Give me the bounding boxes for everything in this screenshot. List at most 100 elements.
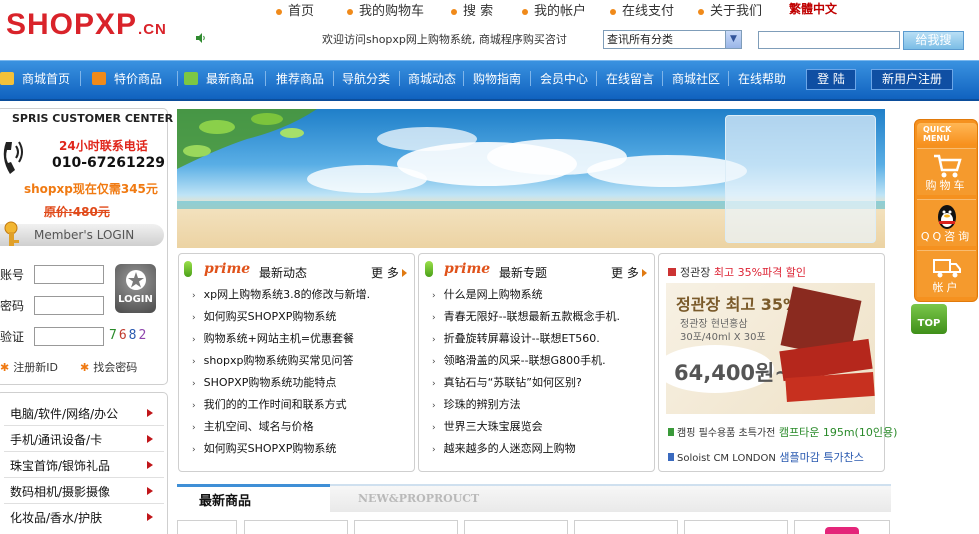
top-link-search[interactable]: 搜 索 [451, 0, 493, 19]
category-item-camera[interactable]: 数码相机/摄影摄像 [10, 483, 110, 500]
back-to-top-button[interactable]: TOP [911, 304, 947, 334]
product-card[interactable] [684, 520, 788, 534]
topics-title: 最新专题 [499, 266, 548, 280]
top-link-about[interactable]: 关于我们 [698, 0, 762, 19]
ad-soloist-link[interactable]: Soloist CM LONDON 샘플마감 특가찬스 [668, 449, 864, 465]
quick-menu-header: QUICK MENU [917, 123, 977, 145]
category-item-computer[interactable]: 电脑/软件/网络/办公 [10, 405, 118, 422]
news-item[interactable]: › 我们的的工作时间和联系方式 [192, 396, 347, 412]
product-card[interactable] [574, 520, 678, 534]
product-card[interactable] [177, 520, 237, 534]
account-input[interactable] [34, 265, 104, 284]
topic-item[interactable]: › 领略滑盖的风采--联想G800手机. [432, 352, 606, 368]
promo-price: shopxp现在仅需345元 [24, 182, 158, 196]
captcha-input[interactable] [34, 327, 104, 346]
main-nav: 商城首页 特价商品 最新商品 推荐商品 导航分类 商城动态 购物指南 会员中心 … [0, 60, 979, 101]
topics-more-link[interactable]: 更 多 [611, 264, 647, 281]
forgot-password-link[interactable]: ✱ 找会密码 [80, 359, 137, 375]
topic-item[interactable]: › 世界三大珠宝展览会 [432, 418, 543, 434]
news-item[interactable]: › 如何购买SHOPXP购物系统 [192, 308, 336, 324]
latest-news-title: 最新动态 [259, 266, 308, 280]
search-input[interactable] [758, 31, 900, 49]
leaf-icon [425, 261, 433, 277]
nav-item-recommended[interactable]: 推荐商品 [276, 70, 324, 87]
news-item[interactable]: › 购物系统+网站主机=优惠套餐 [192, 330, 354, 346]
nav-item-guide[interactable]: 购物指南 [473, 70, 521, 87]
ad-image[interactable]: 정관장 최고 35%할인 정관장 현년홍삼 30포/40ml X 30포 64,… [666, 283, 875, 414]
news-item[interactable]: › 主机空间、域名与价格 [192, 418, 314, 434]
news-item[interactable]: › shopxp购物系统购买常见问答 [192, 352, 354, 368]
ad-image-subline: 30포/40ml X 30포 [680, 332, 766, 343]
site-logo[interactable]: SHOPXP.CN [6, 8, 167, 42]
topic-item[interactable]: › 什么是网上购物系统 [432, 286, 543, 302]
top-link-home[interactable]: 首页 [276, 0, 314, 19]
register-id-link[interactable]: ✱ 注册新ID [0, 359, 58, 375]
nav-item-home[interactable]: 商城首页 [0, 70, 70, 87]
quick-menu-account[interactable]: 帐户 [917, 250, 976, 297]
home-icon [0, 72, 14, 85]
qq-penguin-icon [937, 205, 956, 229]
nav-item-categories[interactable]: 导航分类 [342, 70, 390, 87]
latest-news-more-link[interactable]: 更 多 [371, 264, 407, 281]
register-button[interactable]: 新用户注册 [871, 69, 953, 90]
key-icon [4, 221, 19, 246]
captcha-digit: 2 [138, 328, 149, 343]
traditional-chinese-link[interactable]: 繁體中文 [789, 0, 837, 17]
nav-item-help[interactable]: 在线帮助 [738, 70, 786, 87]
star-icon [125, 270, 146, 290]
nav-item-new[interactable]: 最新商品 [184, 70, 254, 87]
quick-menu-cart[interactable]: 购物车 [917, 148, 976, 195]
top-link-account[interactable]: 我的帐户 [522, 0, 586, 19]
hotline-label: 24小时联系电话 [59, 139, 148, 153]
search-button[interactable]: 给我搜 [903, 31, 964, 50]
nav-item-guestbook[interactable]: 在线留言 [606, 70, 654, 87]
news-item[interactable]: › 如何购买SHOPXP购物系统 [192, 440, 336, 456]
category-item-phone[interactable]: 手机/通讯设备/卡 [10, 431, 102, 448]
nav-item-member-center[interactable]: 会员中心 [540, 70, 588, 87]
new-icon [184, 72, 198, 85]
news-item[interactable]: › xp网上购物系统3.8的修改与新增. [192, 286, 370, 302]
new-products-subtitle: NEW&PROPROUCT [358, 492, 480, 505]
password-label: 密码 [0, 299, 25, 313]
top-link-payment[interactable]: 在线支付 [610, 0, 674, 19]
nav-item-specials[interactable]: 特价商品 [92, 70, 162, 87]
captcha-label: 验证 [0, 330, 25, 344]
category-item-cosmetics[interactable]: 化妆品/香水/护肤 [10, 509, 102, 526]
news-item[interactable]: › SHOPXP购物系统功能特点 [192, 374, 336, 390]
nav-item-news[interactable]: 商城动态 [408, 70, 456, 87]
login-submit-button[interactable]: LOGIN [115, 264, 156, 313]
ad-camping-link[interactable]: 캠핑 필수용품 초특가전 캠프타운 195m(10인용) [668, 424, 897, 440]
topic-item[interactable]: › 青春无限好--联想最新五款概念手机. [432, 308, 620, 324]
banner-overlay-panel [725, 115, 876, 243]
category-item-jewelry[interactable]: 珠宝首饰/银饰礼品 [10, 457, 110, 474]
original-price: 原价:480元 [44, 205, 110, 219]
category-select[interactable]: 查讯所有分类 ▼ [603, 30, 742, 49]
top-link-cart[interactable]: 我的购物车 [347, 0, 424, 19]
topic-item[interactable]: › 越来越多的人迷恋网上购物 [432, 440, 576, 456]
product-card[interactable] [464, 520, 568, 534]
customer-center-title: SPRIS CUSTOMER CENTER [12, 112, 174, 125]
product-card[interactable] [354, 520, 458, 534]
speaker-icon [196, 33, 205, 43]
account-label: 账号 [0, 268, 25, 282]
topic-item[interactable]: › 珍珠的辨别方法 [432, 396, 521, 412]
ad-image-price: 64,400원~ [674, 361, 792, 385]
hotline-number: 010-67261229 [52, 155, 165, 171]
product-card[interactable] [244, 520, 348, 534]
logo-main: SHOPXP [6, 8, 138, 41]
password-input[interactable] [34, 296, 104, 315]
nav-item-community[interactable]: 商城社区 [672, 70, 720, 87]
product-card[interactable] [794, 520, 890, 534]
chevron-right-icon [147, 461, 153, 469]
topic-item[interactable]: › 折叠旋转屏幕设计--联想ET560. [432, 330, 600, 346]
member-login-label: Member's LOGIN [34, 228, 135, 242]
quick-menu-qq[interactable]: QQ咨询 [917, 199, 976, 246]
prime-label: prime [204, 261, 251, 277]
ad-headline-link[interactable]: 정관장 최고 35%파격 할인 [668, 264, 806, 280]
topic-item[interactable]: › 真钻石与“苏联钻”如何区别? [432, 374, 582, 390]
chevron-right-icon [147, 513, 153, 521]
captcha-image[interactable]: 7682 [109, 328, 148, 343]
chevron-right-icon [147, 409, 153, 417]
login-button[interactable]: 登 陆 [806, 69, 856, 90]
logo-tld: .CN [138, 21, 167, 38]
